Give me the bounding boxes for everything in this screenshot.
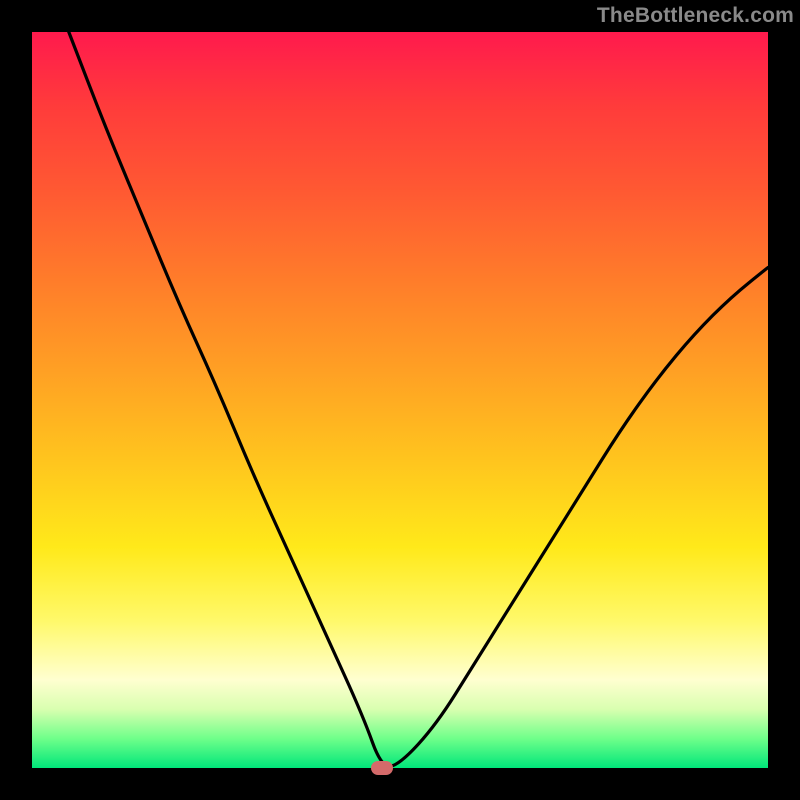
plot-area bbox=[32, 32, 768, 768]
min-marker bbox=[371, 761, 393, 775]
watermark-text: TheBottleneck.com bbox=[597, 4, 794, 28]
curve-path bbox=[69, 32, 768, 766]
chart-frame: TheBottleneck.com bbox=[0, 0, 800, 800]
bottleneck-curve bbox=[32, 32, 768, 768]
